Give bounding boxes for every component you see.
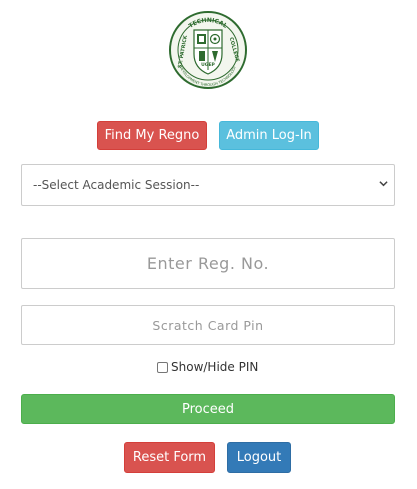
logo-bottom-text: UGEP (201, 62, 215, 68)
academic-session-select[interactable]: --Select Academic Session-- (21, 164, 395, 206)
reg-number-placeholder: Enter Reg. No. (146, 254, 270, 273)
scratch-card-pin-input[interactable]: Scratch Card Pin (21, 305, 395, 345)
reset-form-button[interactable]: Reset Form (124, 442, 215, 473)
chevron-down-icon (379, 178, 388, 191)
scratch-card-pin-placeholder: Scratch Card Pin (152, 317, 264, 333)
logout-button[interactable]: Logout (227, 442, 291, 473)
find-my-regno-button[interactable]: Find My Regno (97, 121, 207, 150)
proceed-button[interactable]: Proceed (21, 394, 395, 424)
show-hide-pin-label[interactable]: Show/Hide PIN (171, 360, 258, 374)
academic-session-selected: --Select Academic Session-- (33, 178, 200, 192)
reg-number-input[interactable]: Enter Reg. No. (21, 238, 395, 289)
admin-login-button[interactable]: Admin Log-In (219, 121, 319, 150)
show-hide-pin-row: Show/Hide PIN (157, 359, 258, 375)
show-hide-pin-checkbox[interactable] (157, 361, 168, 373)
college-logo: TECHNICAL DEVELOPMENT THROUGH TECHNOLOGY… (168, 10, 248, 90)
